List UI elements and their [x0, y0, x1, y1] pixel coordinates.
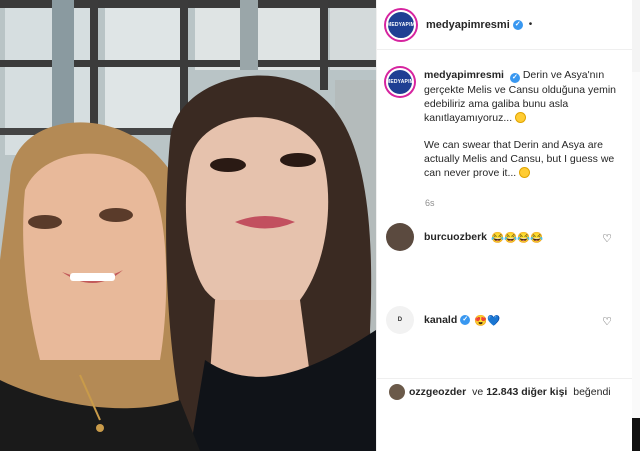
comment-username[interactable]: kanald [424, 314, 457, 326]
edge-dark-block [632, 418, 640, 451]
right-edge-strip [632, 0, 640, 451]
caption-verified-icon: ✓ [509, 73, 520, 83]
smile-emoji-icon [515, 112, 527, 123]
post-username[interactable]: medyapimresmi [426, 19, 510, 31]
liker-avatar[interactable] [389, 383, 405, 400]
comment-row: D kanald ✓ 😍💙 ♡ [386, 305, 626, 335]
post-photo[interactable] [0, 0, 376, 451]
likes-count[interactable]: 12.843 diğer kişi [486, 386, 567, 398]
caption-avatar[interactable]: MEDYAPIM [386, 68, 414, 96]
post-panel: MEDYAPIM medyapimresmi ✓ • MEDYAPIM medy… [376, 0, 632, 451]
caption-avatar-text: MEDYAPIM [385, 79, 415, 85]
profile-avatar[interactable]: MEDYAPIM [386, 9, 416, 40]
post-timestamp: 6s [425, 198, 435, 208]
liker-username[interactable]: ozzgeozder [409, 386, 466, 398]
likes-suffix: beğendi [573, 385, 611, 398]
kanald-logo-icon: D [397, 317, 403, 323]
comment-row: burcuozberk 😂😂😂😂 ♡ [386, 222, 626, 252]
likes-summary: ozzgeozder ve 12.843 diğer kişi beğendi [377, 378, 632, 404]
photo-illustration [0, 0, 376, 451]
comment-verified-icon: ✓ [460, 315, 471, 325]
like-comment-heart-icon[interactable]: ♡ [602, 232, 612, 245]
comment-text: 😂😂😂😂 [491, 231, 544, 244]
caption-body: medyapimresmi ✓ Derin ve Asya'nın gerçek… [424, 68, 626, 180]
separator-dot: • [528, 19, 533, 30]
avatar-text: MEDYAPIM [386, 21, 416, 28]
comment-username[interactable]: burcuozberk [424, 231, 487, 243]
commenter-avatar[interactable] [386, 223, 414, 251]
caption-username[interactable]: medyapimresmi [424, 69, 504, 81]
verified-icon: ✓ [512, 19, 523, 30]
post-caption: MEDYAPIM medyapimresmi ✓ Derin ve Asya'n… [386, 68, 626, 180]
smile-emoji-icon-2 [519, 167, 531, 178]
like-comment-heart-icon[interactable]: ♡ [602, 315, 612, 328]
likes-connector: ve [472, 385, 484, 398]
comment-text: 😍💙 [474, 314, 501, 327]
edge-gray-block [632, 0, 640, 72]
commenter-avatar[interactable]: D [386, 306, 414, 334]
post-header: MEDYAPIM medyapimresmi ✓ • [377, 0, 632, 50]
